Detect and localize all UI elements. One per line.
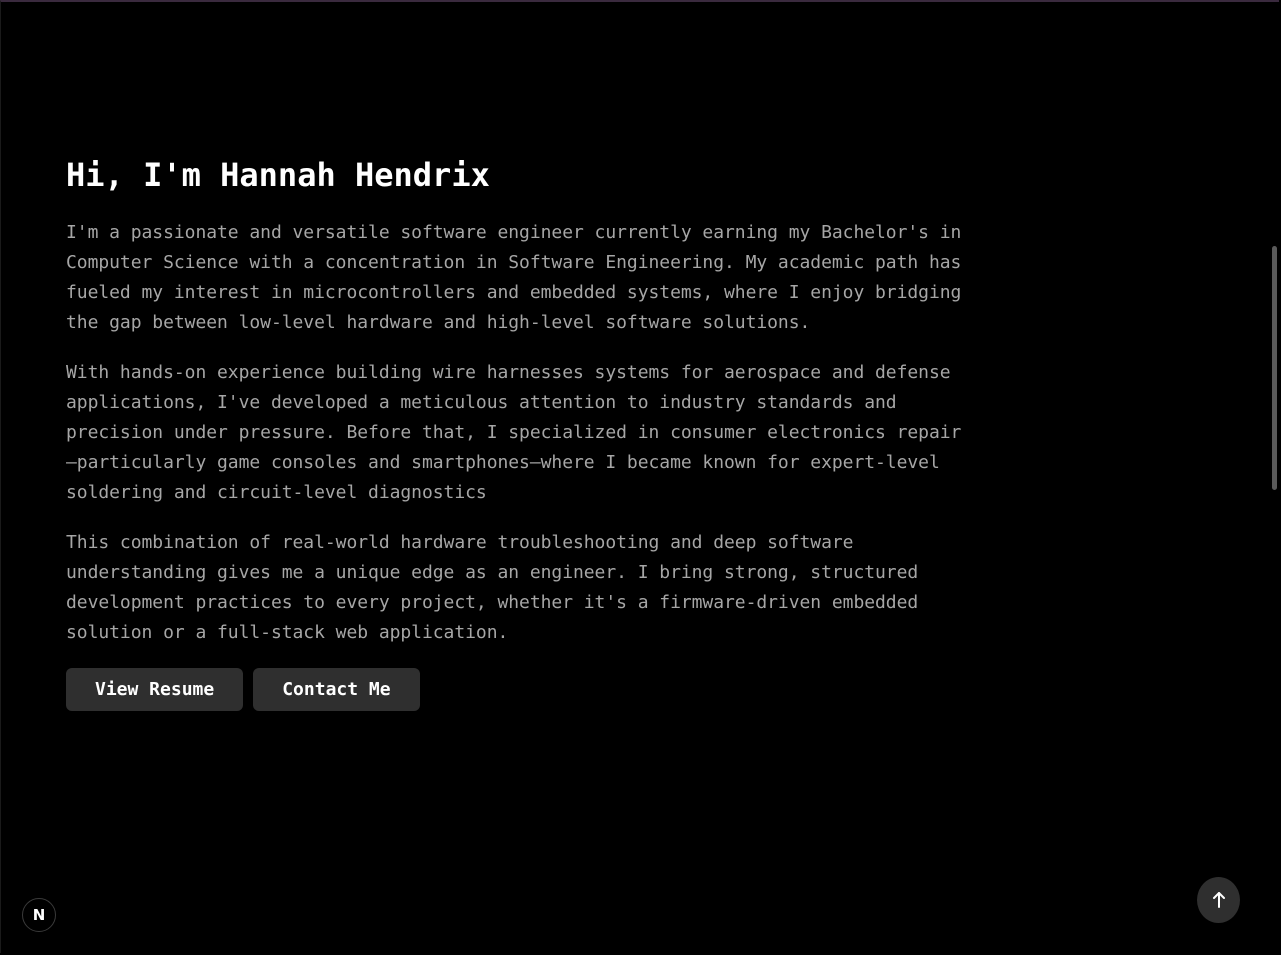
hero-section: Hi, I'm Hannah Hendrix I'm a passionate … [66, 152, 966, 711]
intro-paragraph-3: This combination of real-world hardware … [66, 532, 919, 643]
view-resume-button[interactable]: View Resume [66, 668, 244, 711]
intro-paragraph-1: I'm a passionate and versatile software … [66, 222, 962, 333]
vertical-scrollbar[interactable] [1269, 2, 1281, 953]
contact-me-button[interactable]: Contact Me [253, 668, 420, 711]
nextjs-logo-icon: N [32, 906, 46, 924]
scrollbar-thumb[interactable] [1272, 246, 1277, 490]
intro-paragraph-2: With hands-on experience building wire h… [66, 362, 962, 503]
hero-actions: View Resume Contact Me [66, 668, 966, 711]
arrow-up-icon [1212, 892, 1225, 908]
page-title: Hi, I'm Hannah Hendrix [66, 156, 490, 194]
nextjs-dev-badge[interactable]: N [22, 898, 56, 932]
scroll-to-top-button[interactable] [1197, 877, 1240, 923]
